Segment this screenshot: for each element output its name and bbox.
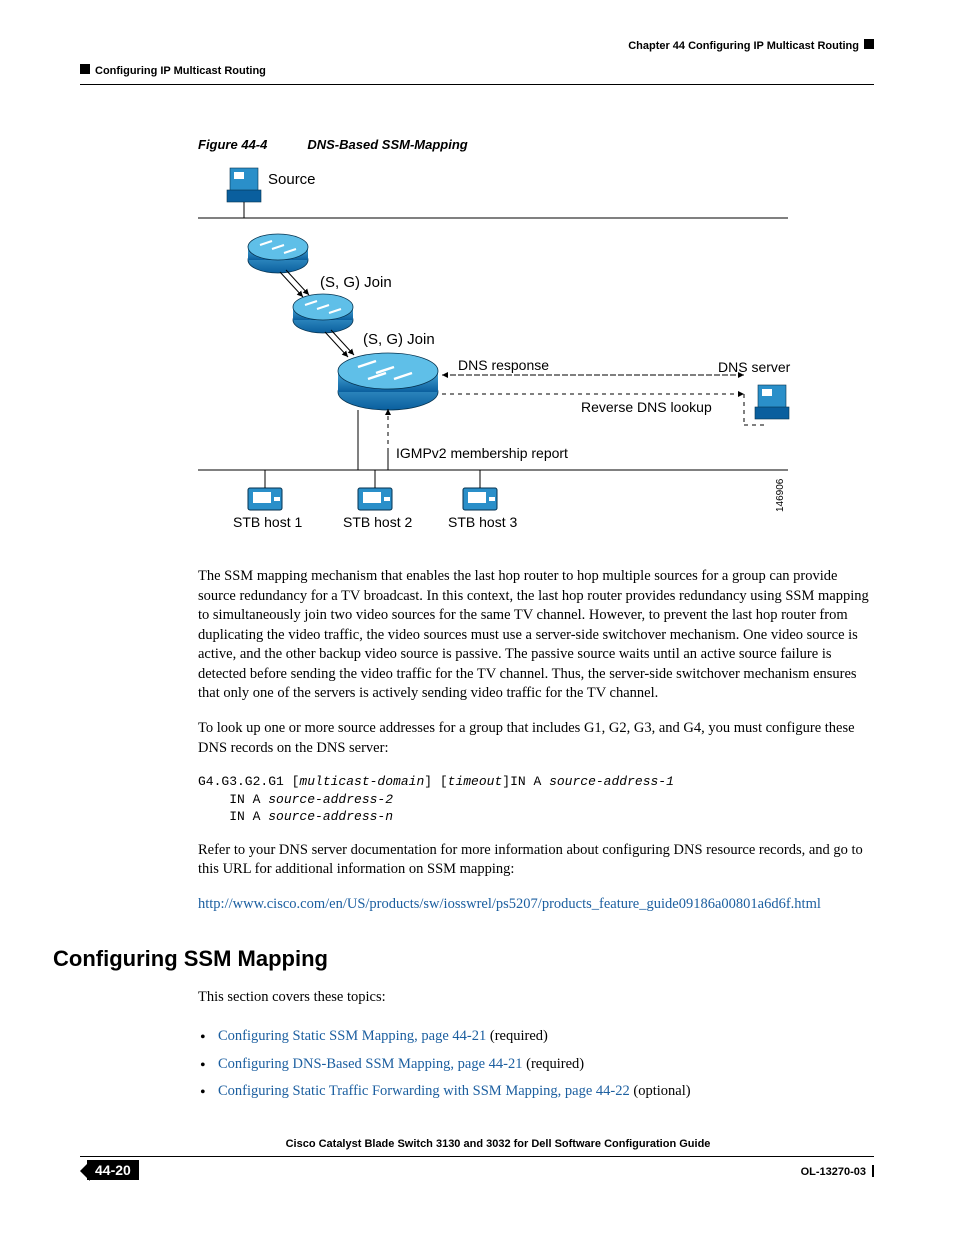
- paragraph-2: To look up one or more source addresses …: [198, 719, 874, 758]
- igmp-label: IGMPv2 membership report: [396, 445, 568, 461]
- publication-number: OL-13270-03: [801, 1166, 866, 1178]
- section-text: Configuring IP Multicast Routing: [95, 65, 266, 77]
- source-label: Source: [268, 171, 316, 188]
- code-block: G4.G3.G2.G1 [multicast-domain] [timeout]…: [198, 773, 874, 826]
- sg-join-1: (S, G) Join: [320, 274, 392, 291]
- stb1-label: STB host 1: [233, 514, 302, 530]
- stb3-label: STB host 3: [448, 514, 517, 530]
- link-static-ssm[interactable]: Configuring Static SSM Mapping, page 44-…: [218, 1028, 486, 1044]
- stb2-label: STB host 2: [343, 514, 412, 530]
- page-number-badge: 44-20: [80, 1161, 139, 1181]
- paragraph-1: The SSM mapping mechanism that enables t…: [198, 567, 874, 704]
- list-item: Configuring DNS-Based SSM Mapping, page …: [218, 1051, 874, 1079]
- page-header: Chapter 44 Configuring IP Multicast Rout…: [80, 40, 874, 77]
- sg-join-2: (S, G) Join: [363, 331, 435, 348]
- figure-diagram: Source (S, G) Join: [198, 162, 808, 542]
- list-item: Configuring Static SSM Mapping, page 44-…: [218, 1023, 874, 1051]
- chapter-text: Chapter 44 Configuring IP Multicast Rout…: [628, 40, 859, 52]
- paragraph-3: Refer to your DNS server documentation f…: [198, 841, 874, 880]
- section-intro: This section covers these topics:: [198, 988, 874, 1008]
- figure-number: Figure 44-4: [198, 137, 267, 152]
- page-footer: Cisco Catalyst Blade Switch 3130 and 303…: [80, 1138, 874, 1181]
- page-content: Figure 44-4 DNS-Based SSM-Mapping Source: [80, 137, 874, 1106]
- link-static-traffic[interactable]: Configuring Static Traffic Forwarding wi…: [218, 1083, 630, 1099]
- section-heading-configuring-ssm: Configuring SSM Mapping: [53, 946, 874, 972]
- section-heading: Configuring IP Multicast Routing: [80, 65, 874, 77]
- page-container: Chapter 44 Configuring IP Multicast Rout…: [0, 0, 954, 1235]
- figure-title: Figure 44-4 DNS-Based SSM-Mapping: [198, 137, 874, 152]
- figure-caption: DNS-Based SSM-Mapping: [307, 137, 467, 152]
- ssm-mapping-url[interactable]: http://www.cisco.com/en/US/products/sw/i…: [198, 896, 821, 912]
- topic-list: Configuring Static SSM Mapping, page 44-…: [198, 1023, 874, 1106]
- doc-title: Cisco Catalyst Blade Switch 3130 and 303…: [122, 1138, 874, 1150]
- figure-id-number: 146906: [775, 478, 786, 512]
- dns-response-label: DNS response: [458, 357, 549, 373]
- list-item: Configuring Static Traffic Forwarding wi…: [218, 1078, 874, 1106]
- chapter-heading: Chapter 44 Configuring IP Multicast Rout…: [80, 40, 874, 52]
- dns-server-label: DNS server: [718, 359, 791, 375]
- reverse-lookup-label: Reverse DNS lookup: [581, 399, 712, 415]
- link-dns-ssm[interactable]: Configuring DNS-Based SSM Mapping, page …: [218, 1056, 523, 1072]
